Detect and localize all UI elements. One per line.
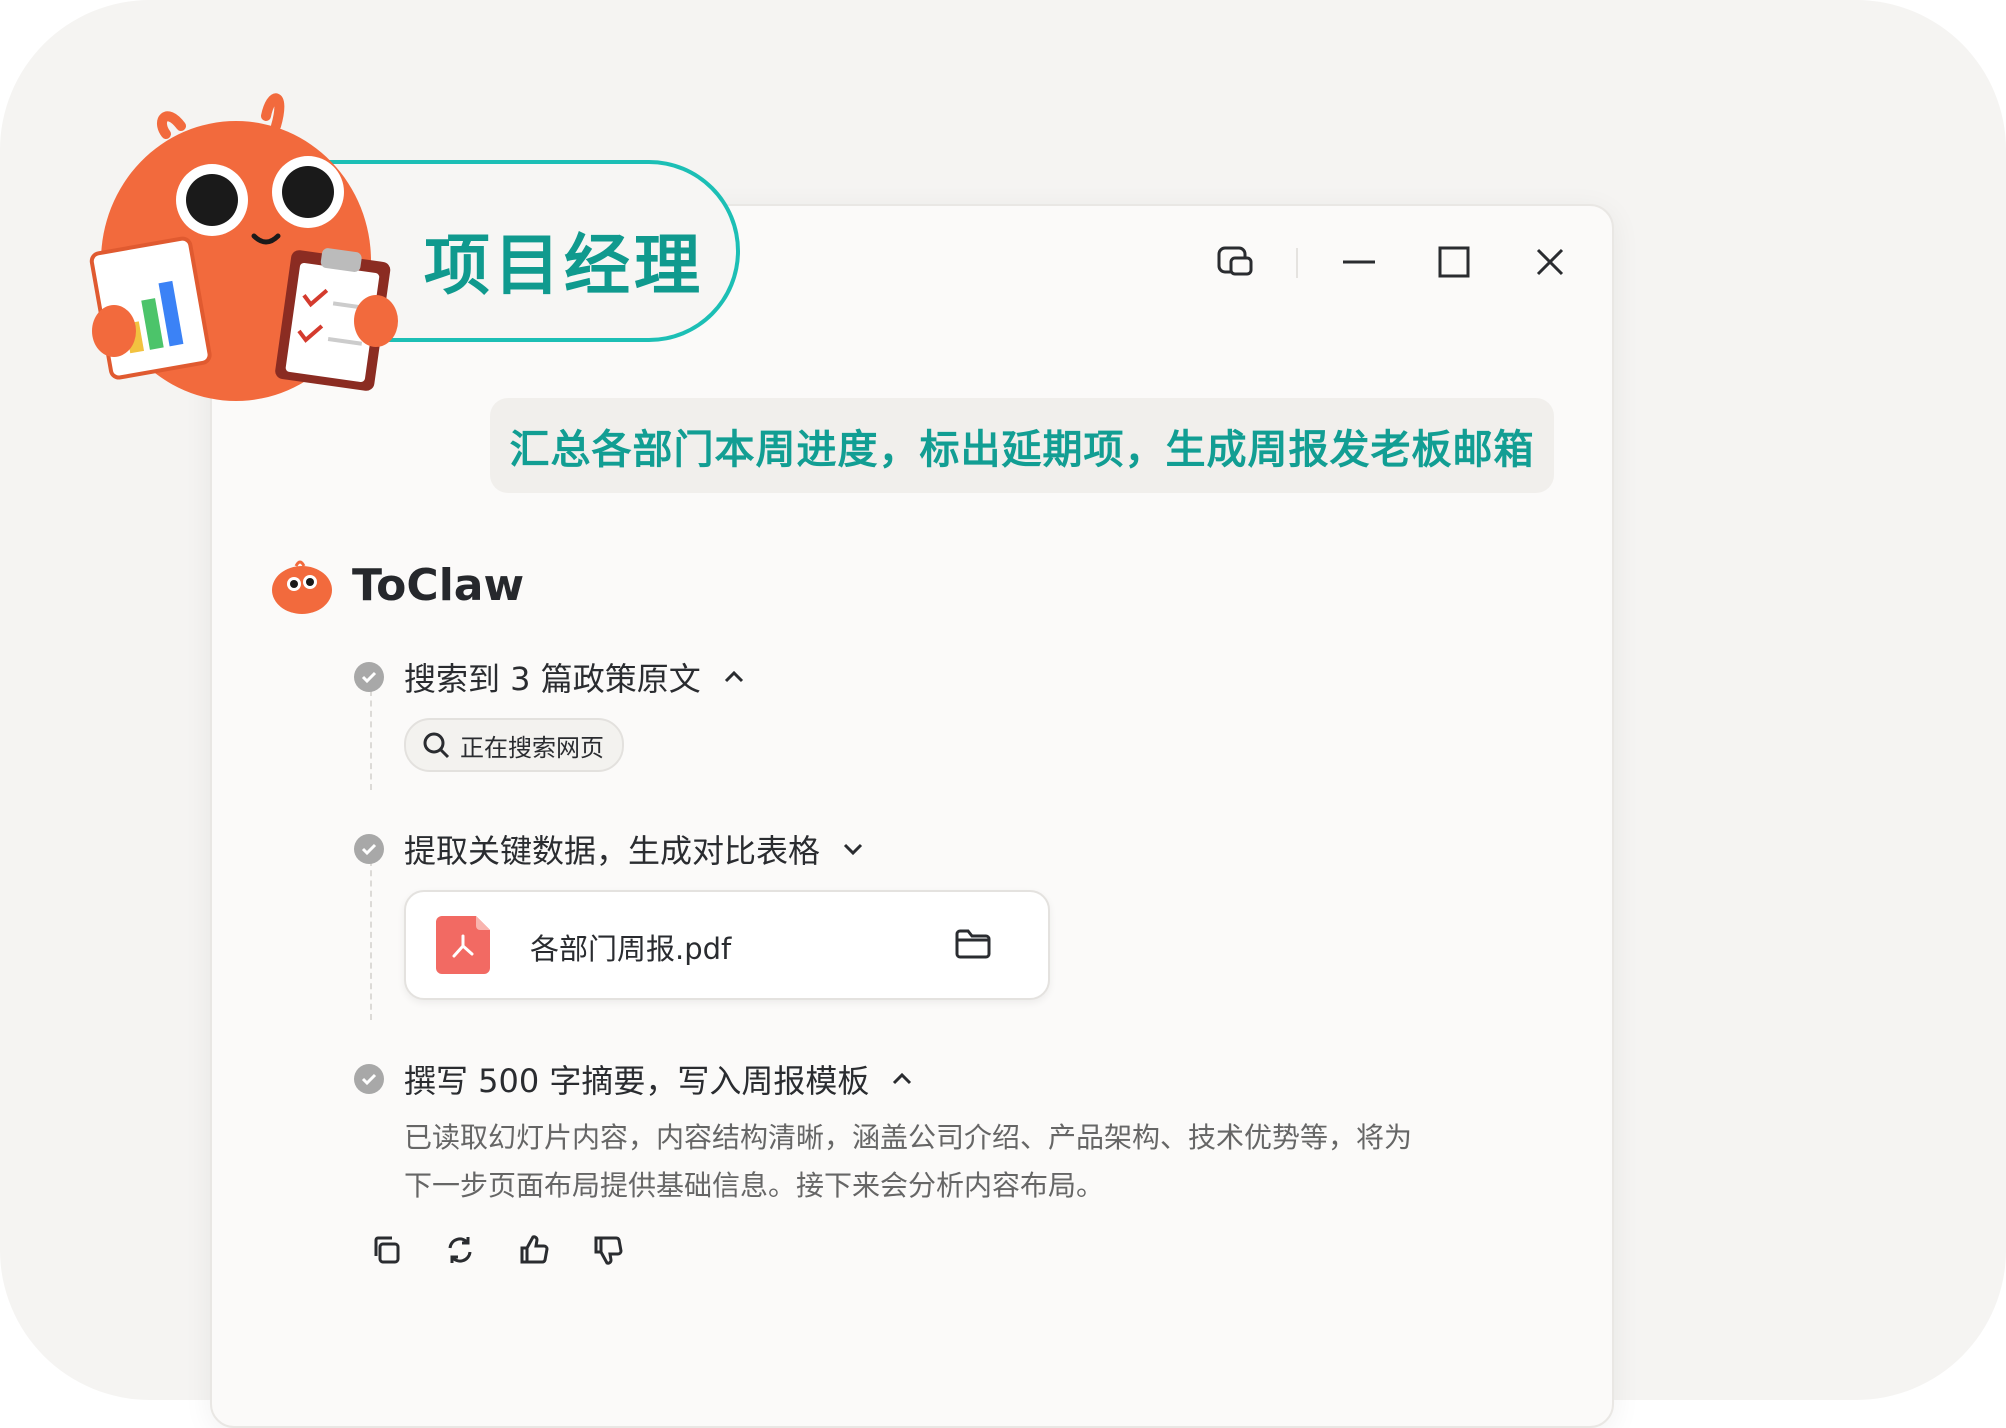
timeline-connector [370, 860, 372, 1020]
window-control-separator [1296, 248, 1298, 278]
user-prompt-bubble: 汇总各部门本周进度，标出延期项，生成周报发老板邮箱 [490, 398, 1554, 493]
summary-line: 已读取幻灯片内容，内容结构清晰，涵盖公司介绍、产品架构、技术优势等，将为 [404, 1121, 1413, 1154]
thumbs-up-icon[interactable] [516, 1232, 552, 1268]
summary-text: 已读取幻灯片内容，内容结构清晰，涵盖公司介绍、产品架构、技术优势等，将为 下一步… [404, 1114, 1424, 1210]
minimize-icon[interactable] [1335, 238, 1383, 286]
maximize-icon[interactable] [1430, 238, 1478, 286]
check-icon [354, 662, 384, 692]
close-icon[interactable] [1526, 238, 1574, 286]
mascot-illustration [86, 86, 406, 410]
file-attachment[interactable]: 各部门周报.pdf [404, 890, 1050, 1000]
pip-icon[interactable] [1212, 238, 1260, 286]
chevron-up-icon[interactable] [723, 670, 745, 684]
refresh-icon[interactable] [442, 1232, 478, 1268]
search-icon [423, 732, 450, 759]
folder-icon[interactable] [954, 928, 992, 964]
check-icon [354, 834, 384, 864]
chevron-up-icon[interactable] [891, 1072, 913, 1086]
step-item[interactable]: 撰写 500 字摘要，写入周报模板 [354, 1056, 913, 1102]
assistant-avatar-icon [272, 560, 332, 614]
chip-label: 正在搜索网页 [460, 733, 604, 762]
assistant-header: ToClaw [270, 556, 524, 614]
step-label: 提取关键数据，生成对比表格 [404, 832, 821, 870]
step-item[interactable]: 搜索到 3 篇政策原文 [354, 654, 745, 700]
summary-line: 下一步页面布局提供基础信息。接下来会分析内容布局。 [404, 1169, 1105, 1202]
message-actions [368, 1232, 626, 1268]
assistant-name: ToClaw [352, 559, 525, 611]
pdf-icon [436, 916, 490, 974]
copy-icon[interactable] [368, 1232, 404, 1268]
thumbs-down-icon[interactable] [590, 1232, 626, 1268]
check-icon [354, 1064, 384, 1094]
chevron-down-icon[interactable] [842, 842, 864, 856]
step-label: 搜索到 3 篇政策原文 [404, 660, 701, 698]
step-item[interactable]: 提取关键数据，生成对比表格 [354, 826, 864, 872]
file-name: 各部门周报.pdf [530, 932, 732, 966]
role-title: 项目经理 [424, 227, 704, 304]
searching-chip: 正在搜索网页 [404, 718, 624, 772]
timeline-connector [370, 690, 372, 790]
step-label: 撰写 500 字摘要，写入周报模板 [404, 1062, 870, 1100]
user-prompt-text: 汇总各部门本周进度，标出延期项，生成周报发老板邮箱 [509, 426, 1535, 473]
